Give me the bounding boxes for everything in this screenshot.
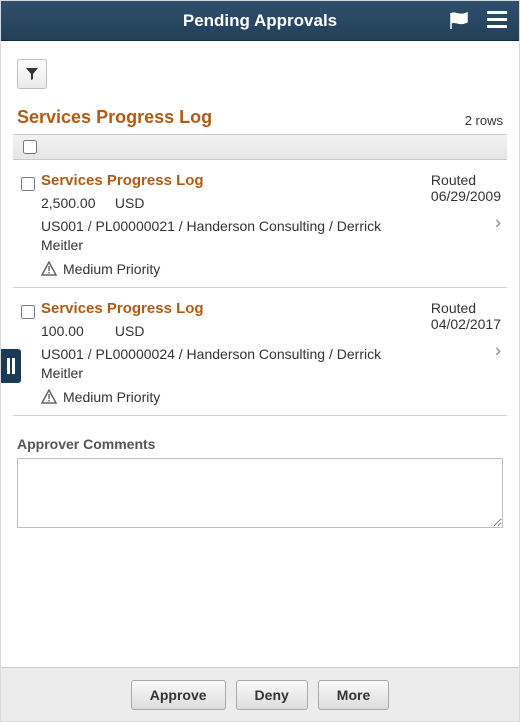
approval-item[interactable]: Services Progress Log 100.00 USD US001 /…: [13, 288, 507, 416]
item-amount: 2,500.00 USD: [41, 195, 413, 211]
select-all-checkbox[interactable]: [23, 140, 37, 154]
item-title-link[interactable]: Services Progress Log: [41, 172, 204, 189]
approve-button[interactable]: Approve: [131, 680, 226, 710]
item-path: US001 / PL00000021 / Handerson Consultin…: [41, 217, 413, 255]
hamburger-menu-icon[interactable]: [487, 11, 507, 28]
item-status-col: Routed 06/29/2009: [431, 172, 501, 204]
chevron-right-icon: ›: [495, 213, 501, 234]
chevron-right-icon: ›: [495, 341, 501, 362]
comments-label: Approver Comments: [17, 436, 503, 452]
item-checkbox[interactable]: [21, 305, 35, 319]
item-date: 04/02/2017: [431, 316, 501, 332]
warning-icon: [41, 261, 57, 277]
app-header: Pending Approvals: [1, 1, 519, 41]
item-path: US001 / PL00000024 / Handerson Consultin…: [41, 345, 413, 383]
item-status-col: Routed 04/02/2017: [431, 300, 501, 332]
approval-item[interactable]: Services Progress Log 2,500.00 USD US001…: [13, 160, 507, 288]
item-date: 06/29/2009: [431, 188, 501, 204]
page-title: Pending Approvals: [183, 11, 337, 31]
funnel-icon: [25, 67, 39, 81]
approver-comments-textarea[interactable]: [17, 458, 503, 528]
item-amount: 100.00 USD: [41, 323, 413, 339]
item-priority: Medium Priority: [41, 261, 413, 277]
content-area: Services Progress Log 2 rows Services Pr…: [1, 41, 519, 667]
warning-icon: [41, 389, 57, 405]
select-all-bar: [13, 134, 507, 160]
item-status: Routed: [431, 172, 501, 188]
item-checkbox[interactable]: [21, 177, 35, 191]
row-count: 2 rows: [465, 113, 503, 128]
deny-button[interactable]: Deny: [236, 680, 308, 710]
footer-toolbar: Approve Deny More: [1, 667, 519, 721]
section-title: Services Progress Log: [17, 107, 212, 128]
item-priority: Medium Priority: [41, 389, 413, 405]
section-header: Services Progress Log 2 rows: [13, 107, 507, 134]
flag-icon[interactable]: [449, 11, 471, 36]
item-status: Routed: [431, 300, 501, 316]
filter-button[interactable]: [17, 59, 47, 89]
item-title-link[interactable]: Services Progress Log: [41, 300, 204, 317]
more-button[interactable]: More: [318, 680, 389, 710]
